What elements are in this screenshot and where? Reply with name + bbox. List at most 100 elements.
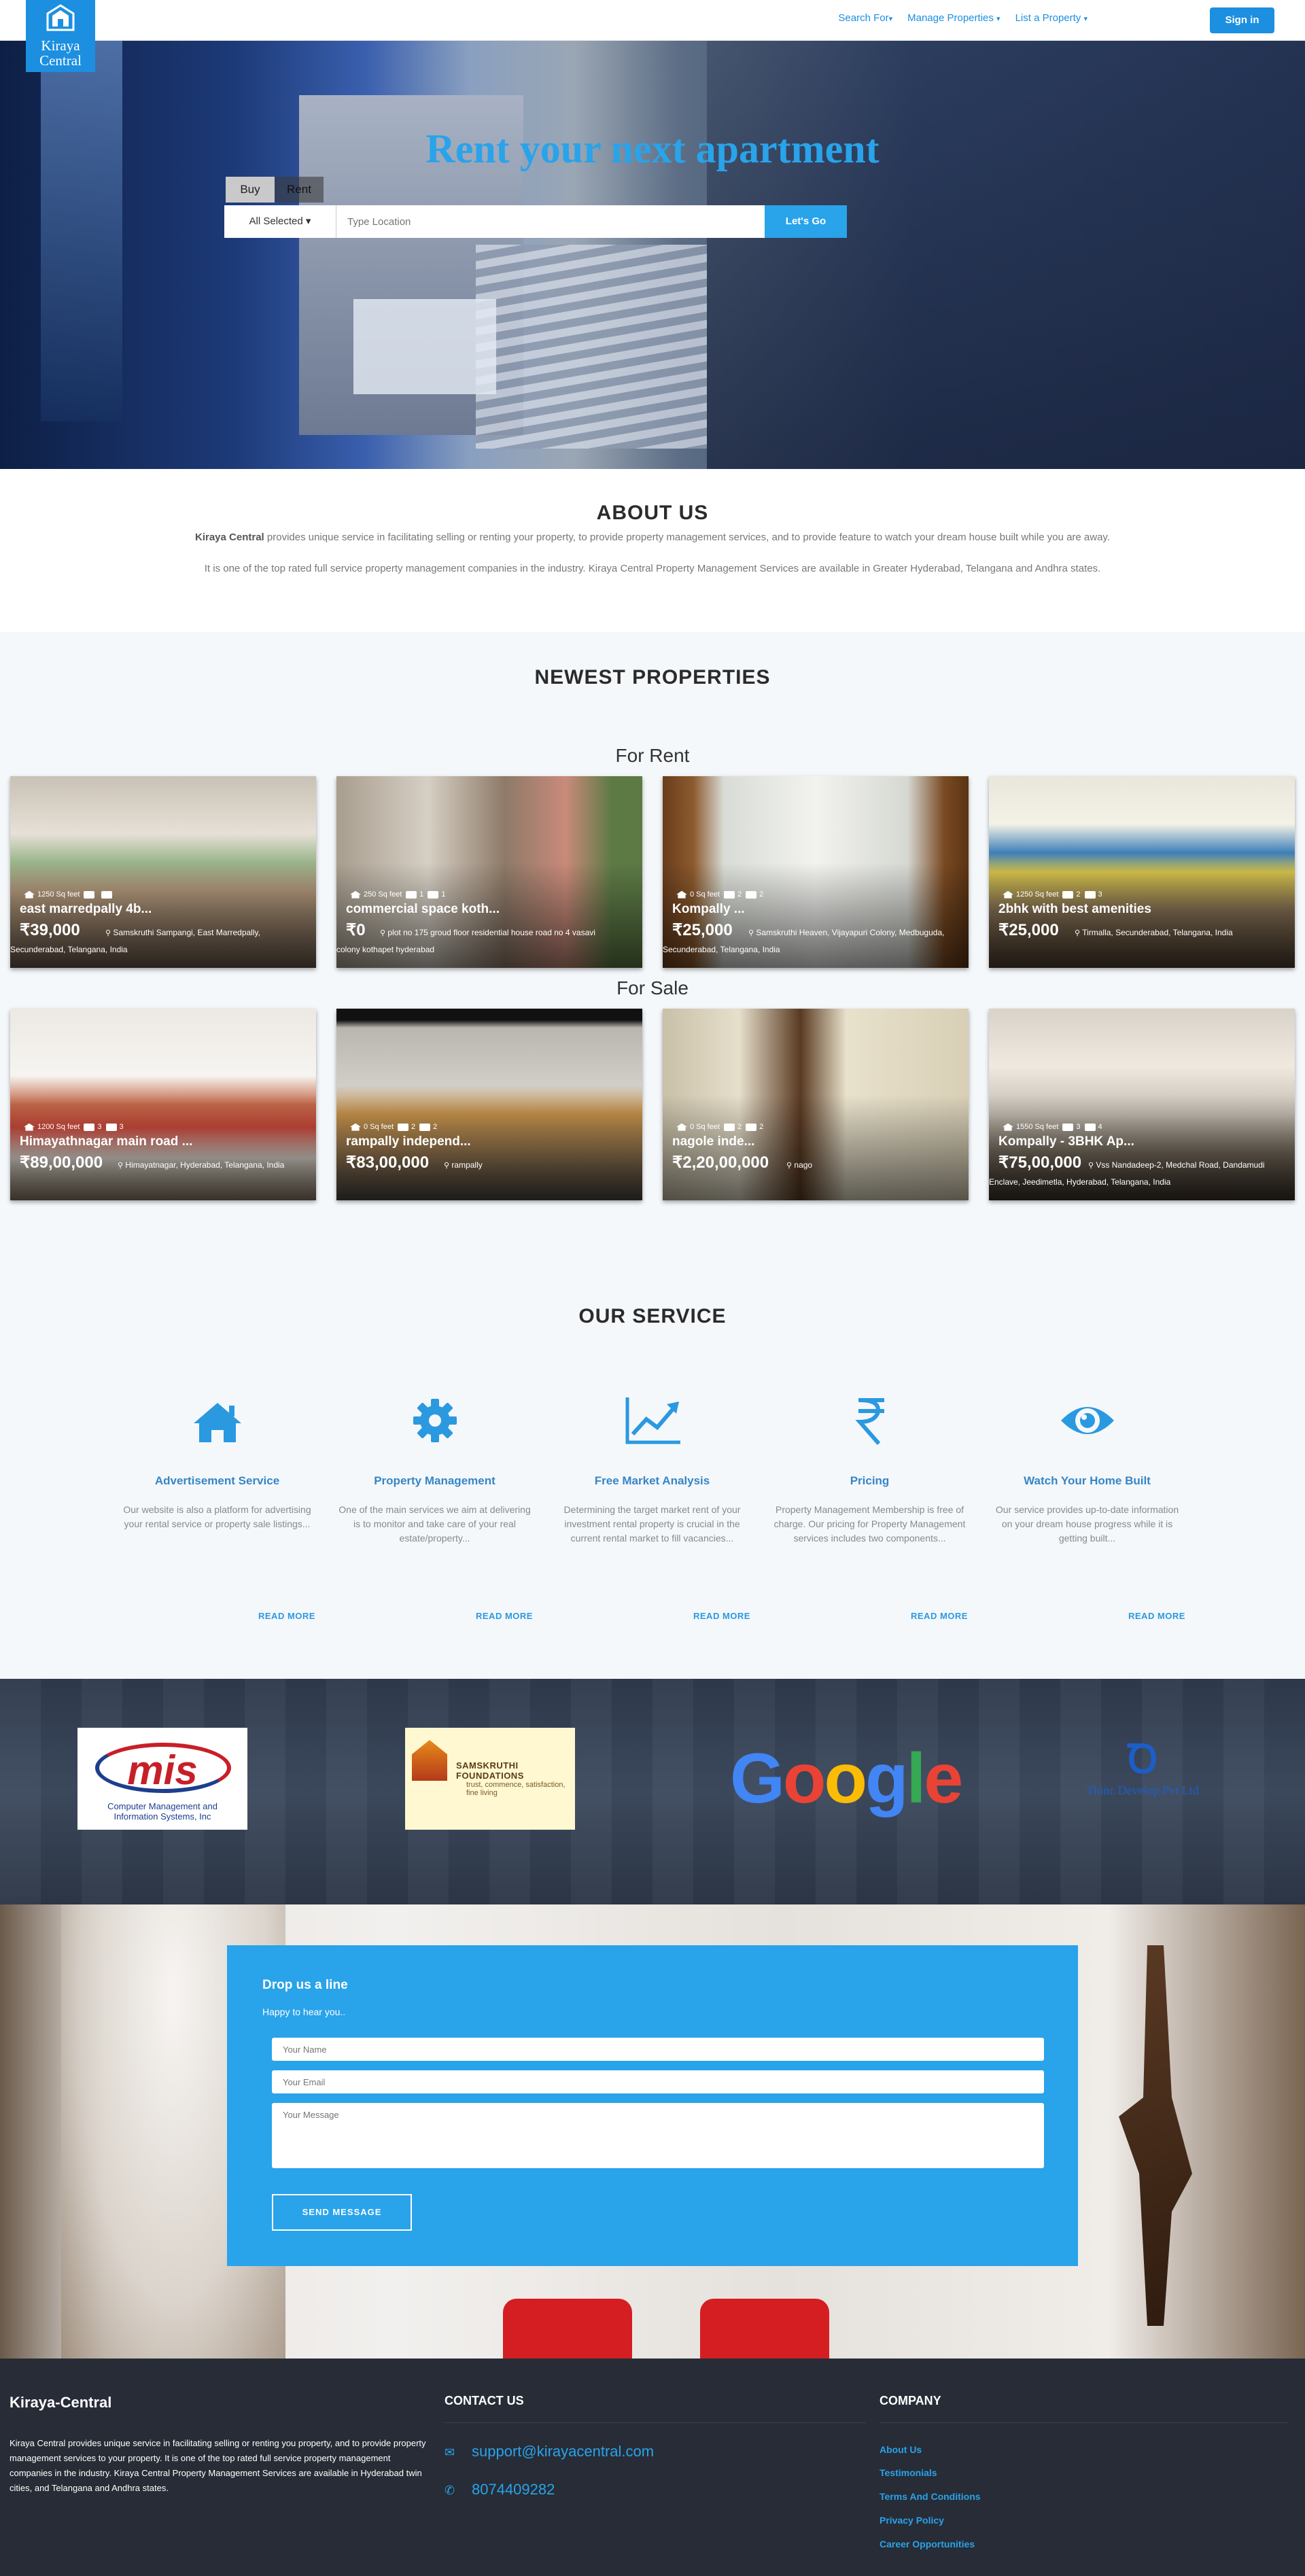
contact-title: Drop us a line (262, 1978, 348, 1992)
service-title: Advertisement Service (154, 1474, 280, 1487)
card-name: Himayathnagar main road ... (20, 1134, 193, 1149)
tab-buy[interactable]: Buy (226, 177, 275, 203)
contact-section: Drop us a line Happy to hear you.. SEND … (0, 1904, 1305, 2359)
nav-search-for-label: Search For (838, 12, 889, 24)
card-name: Kompally ... (672, 902, 745, 916)
card-location: ⚲ rampally (336, 1157, 642, 1174)
card-area: 1250 Sq feet (37, 890, 80, 899)
mis-caption: Computer Management and Information Syst… (77, 1801, 247, 1822)
nav-manage-properties[interactable]: Manage Properties ▾ (907, 12, 1000, 24)
card-area: 0 Sq feet (364, 1123, 394, 1131)
card-area: 0 Sq feet (690, 890, 720, 899)
bed-icon (1062, 1123, 1074, 1131)
nav-manage-properties-label: Manage Properties (907, 12, 994, 24)
name-field[interactable] (272, 2038, 1044, 2061)
footer-link-careers[interactable]: Career Opportunities (880, 2539, 975, 2549)
service-description: Our website is also a platform for adver… (123, 1504, 311, 1529)
hero-background-building (41, 41, 122, 421)
about-paragraph-1: Kiraya Central provides unique service i… (0, 532, 1305, 543)
site-logo[interactable]: Kiraya Central (26, 0, 95, 72)
property-card[interactable]: 1250 Sq feet east marredpally 4b... ₹39,… (10, 776, 316, 968)
footer-phone[interactable]: ✆ 8074409282 (445, 2481, 555, 2499)
footer-link-testimonials[interactable]: Testimonials (880, 2467, 937, 2478)
tab-rent[interactable]: Rent (275, 177, 324, 203)
client-logo-thinc[interactable]: Ꝺ Thinc Develop Pvt Ltd (1058, 1728, 1228, 1830)
email-field[interactable] (272, 2070, 1044, 2093)
samskruthi-name: SAMSKRUTHI FOUNDATIONS (456, 1760, 524, 1781)
chevron-down-icon: ▾ (996, 15, 1000, 23)
property-card[interactable]: 1550 Sq feet 3 4 Kompally - 3BHK Ap... ₹75… (989, 1009, 1295, 1200)
property-card[interactable]: 250 Sq feet 1 1 commercial space koth... ₹… (336, 776, 642, 968)
card-name: 2bhk with best amenities (998, 902, 1151, 916)
footer-link-privacy[interactable]: Privacy Policy (880, 2515, 944, 2526)
footer-email[interactable]: ✉ support@kirayacentral.com (445, 2443, 654, 2460)
client-logo-google[interactable]: Google (730, 1728, 963, 1830)
property-card[interactable]: 0 Sq feet 2 2 rampally independ... ₹83,00,… (336, 1009, 642, 1200)
card-area: 1200 Sq feet (37, 1123, 80, 1131)
card-location: ⚲ Samskruthi Heaven, Vijayapuri Colony, … (663, 924, 969, 958)
card-baths: 4 (1098, 1123, 1102, 1131)
nav-list-a-property[interactable]: List a Property ▾ (1015, 12, 1088, 24)
property-card[interactable]: 0 Sq feet 2 2 Kompally ... ₹25,000 ⚲ Samsk… (663, 776, 969, 968)
read-more-link[interactable]: READ MORE (476, 1611, 533, 1621)
client-logo-mis[interactable]: mis Computer Management and Information … (77, 1728, 247, 1830)
bath-icon (746, 890, 757, 899)
footer-link-terms[interactable]: Terms And Conditions (880, 2491, 981, 2502)
card-baths: 2 (759, 1123, 764, 1131)
bath-icon (419, 1123, 431, 1131)
card-baths: 2 (759, 890, 764, 899)
bath-icon (1084, 1123, 1096, 1131)
message-field[interactable] (272, 2103, 1044, 2168)
sign-in-button[interactable]: Sign in (1210, 7, 1274, 33)
rupee-icon (854, 1398, 884, 1445)
contact-background-tree (1119, 1945, 1192, 2326)
property-card[interactable]: 0 Sq feet 2 2 nagole inde... ₹2,20,00,000 … (663, 1009, 969, 1200)
card-baths: 1 (441, 890, 446, 899)
property-type-select[interactable]: All Selected ▾ (224, 205, 336, 238)
card-baths: 2 (433, 1123, 438, 1131)
footer-divider (880, 2422, 1287, 2423)
contact-background-stool (700, 2299, 829, 2359)
area-icon (676, 890, 687, 899)
area-icon (350, 890, 361, 899)
lets-go-button[interactable]: Let's Go (765, 205, 847, 238)
for-sale-title: For Sale (616, 977, 689, 998)
card-location-line2: Secunderabad, Telangana, India (663, 945, 780, 954)
service-title: Free Market Analysis (594, 1474, 710, 1487)
location-search-input[interactable] (336, 205, 765, 238)
card-name: rampally independ... (346, 1134, 471, 1149)
read-more-link[interactable]: READ MORE (1128, 1611, 1185, 1621)
property-card[interactable]: 1250 Sq feet 2 3 2bhk with best amenities … (989, 776, 1295, 968)
send-message-button[interactable]: SEND MESSAGE (272, 2194, 412, 2231)
footer-contact-title: CONTACT US (445, 2394, 524, 2407)
eye-icon (1060, 1407, 1114, 1434)
card-baths: 3 (119, 1123, 124, 1131)
card-location-line1: Himayatnagar, Hyderabad, Telangana, Indi… (125, 1160, 285, 1170)
bed-icon (406, 890, 417, 899)
property-card[interactable]: 1200 Sq feet 3 3 Himayathnagar main road .… (10, 1009, 316, 1200)
google-letter: G (730, 1739, 785, 1818)
card-beds: 2 (411, 1123, 416, 1131)
clients-section: mis Computer Management and Information … (0, 1679, 1305, 1904)
read-more-link[interactable]: READ MORE (693, 1611, 750, 1621)
map-marker-icon: ⚲ (118, 1162, 124, 1170)
google-letter: e (924, 1739, 963, 1818)
bed-icon (1062, 890, 1074, 899)
service-title: Pricing (850, 1474, 890, 1487)
home-icon (193, 1403, 241, 1442)
client-logo-samskruthi[interactable]: SAMSKRUTHI FOUNDATIONS trust, commence, … (405, 1728, 575, 1830)
footer-link-about-us[interactable]: About Us (880, 2444, 922, 2455)
read-more-link[interactable]: READ MORE (258, 1611, 315, 1621)
card-beds: 1 (419, 890, 424, 899)
contact-subtitle: Happy to hear you.. (262, 2006, 346, 2017)
card-meta: 1200 Sq feet 3 3 (20, 1123, 124, 1131)
footer-divider (445, 2422, 866, 2423)
map-marker-icon: ⚲ (105, 929, 111, 937)
footer-email-text: support@kirayacentral.com (472, 2443, 655, 2460)
nav-search-for[interactable]: Search For▾ (838, 12, 892, 24)
mis-caption-line2: Information Systems, Inc (114, 1811, 211, 1822)
chevron-down-icon: ▾ (888, 15, 893, 23)
read-more-link[interactable]: READ MORE (911, 1611, 968, 1621)
for-rent-title: For Rent (615, 745, 690, 766)
property-type-select-label: All Selected (249, 215, 303, 227)
